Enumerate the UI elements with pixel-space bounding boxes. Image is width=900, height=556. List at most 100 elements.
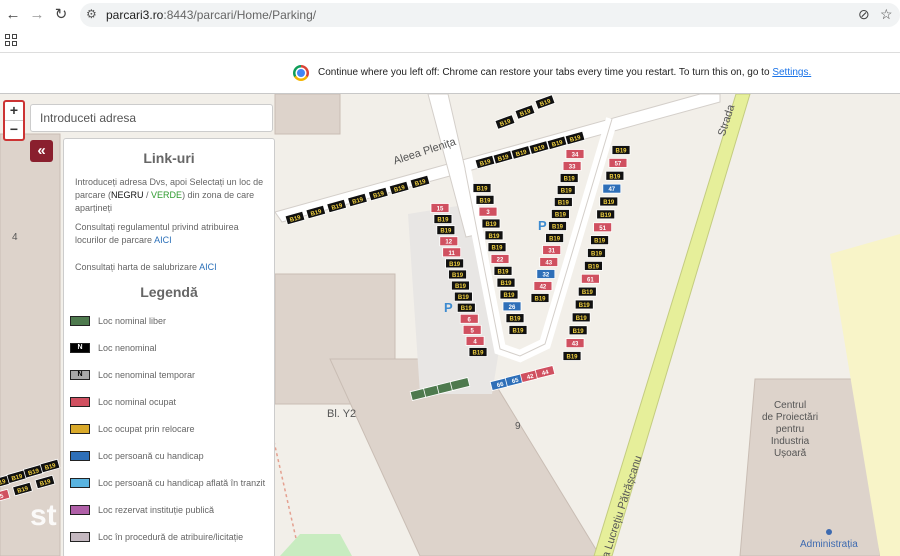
parking-map[interactable]: B19 B19 B19 B19 B19 B19 B19 B19 B19 B19 B19 B19 B19 B…: [0, 94, 900, 556]
back-arrow-icon[interactable]: ←: [3, 5, 23, 25]
parking-spot[interactable]: B19: [534, 94, 556, 110]
parking-spot[interactable]: B19: [551, 209, 570, 219]
parking-spot[interactable]: 3: [478, 206, 498, 217]
legend-item: N Loc nenominal temporar: [70, 369, 270, 383]
parking-spot[interactable]: 6: [459, 313, 479, 324]
parking-spot[interactable]: B19: [568, 325, 588, 336]
parking-spot[interactable]: 32: [536, 269, 556, 279]
parking-spot[interactable]: B19: [494, 114, 516, 130]
parking-spot[interactable]: B19: [584, 260, 603, 271]
zoom-out-button[interactable]: −: [5, 120, 23, 139]
parking-spot[interactable]: 15: [430, 203, 450, 213]
parking-spot[interactable]: B19: [448, 269, 467, 280]
parking-spot[interactable]: 22: [490, 254, 510, 264]
parking-spot[interactable]: B19: [433, 214, 453, 224]
legend-label: Loc nenominal: [98, 343, 157, 353]
parking-spot[interactable]: B19: [545, 233, 564, 243]
parking-spot[interactable]: 47: [602, 183, 622, 194]
parking-spot[interactable]: B19: [611, 145, 631, 155]
regulament-link[interactable]: AICI: [154, 235, 172, 245]
parking-spot[interactable]: B19: [605, 170, 625, 181]
parking-p-icon: P: [444, 300, 453, 315]
parking-spot[interactable]: B19: [493, 265, 513, 276]
settings-link[interactable]: Settings.: [772, 67, 811, 78]
svg-text:B19: B19: [461, 306, 473, 312]
parking-spot[interactable]: 26: [502, 301, 522, 312]
parking-spot[interactable]: B19: [475, 194, 495, 205]
parking-spot[interactable]: B19: [445, 258, 465, 269]
parking-spot[interactable]: B19: [530, 293, 550, 303]
parking-spot[interactable]: B19: [484, 230, 504, 241]
parking-spot[interactable]: B19: [496, 277, 516, 288]
forward-arrow-icon[interactable]: →: [27, 5, 47, 25]
parking-spot[interactable]: 42: [533, 281, 553, 291]
parking-spot[interactable]: B19: [548, 221, 567, 231]
parking-spot[interactable]: B19: [574, 299, 594, 310]
regulament-text: Consultați regulamentul privind atribuir…: [75, 221, 267, 247]
parking-spot[interactable]: B19: [590, 235, 609, 246]
svg-text:32: 32: [542, 273, 549, 279]
parking-spot[interactable]: 4: [465, 336, 485, 346]
parking-spot[interactable]: 34: [565, 149, 585, 159]
parking-spot[interactable]: B19: [562, 351, 582, 361]
svg-text:B19: B19: [603, 200, 615, 206]
parking-spot[interactable]: 5: [462, 324, 482, 335]
site-settings-icon[interactable]: ⚙: [86, 7, 97, 21]
parking-spot[interactable]: B19: [468, 347, 488, 357]
parking-spot[interactable]: B19: [577, 286, 597, 297]
svg-text:B19: B19: [479, 198, 491, 204]
parking-spot[interactable]: 51: [593, 222, 613, 233]
parking-spot[interactable]: B19: [505, 313, 525, 324]
intro-verde: VERDE: [151, 190, 183, 200]
parking-spot[interactable]: B19: [436, 225, 456, 236]
parking-spot[interactable]: B19: [587, 248, 606, 258]
url-text[interactable]: parcari3.ro:8443/parcari/Home/Parking/: [106, 8, 316, 22]
parking-spot[interactable]: B19: [514, 104, 536, 120]
parking-spot[interactable]: B19: [487, 242, 507, 253]
parking-spot[interactable]: 31: [542, 245, 562, 255]
parking-spot[interactable]: 57: [608, 157, 628, 168]
poi-marker-icon[interactable]: [826, 529, 832, 535]
collapse-panel-button[interactable]: «: [30, 140, 53, 162]
eye-off-icon[interactable]: ⊘: [858, 6, 870, 23]
parking-spot[interactable]: B19: [559, 173, 579, 183]
green-area: [280, 534, 352, 556]
svg-text:51: 51: [599, 226, 606, 232]
parking-spot[interactable]: B19: [481, 218, 501, 229]
bookmarks-bar: [0, 30, 900, 53]
parking-spot[interactable]: 33: [562, 161, 582, 171]
legend-label: Loc în procedură de atribuire/licitație: [98, 532, 244, 542]
harta-text: Consultați harta de salubrizare AICI: [75, 261, 267, 274]
svg-text:B19: B19: [497, 269, 509, 275]
apps-grid-icon[interactable]: [5, 34, 17, 46]
parking-spot[interactable]: B19: [556, 185, 576, 195]
address-bar[interactable]: ⚙ parcari3.ro:8443/parcari/Home/Parking/…: [80, 3, 900, 27]
svg-text:B19: B19: [512, 329, 524, 335]
parking-spot[interactable]: B19: [453, 291, 473, 302]
url-path: :8443/parcari/Home/Parking/: [163, 8, 317, 22]
address-search-input[interactable]: [30, 104, 273, 132]
parking-spot[interactable]: B19: [472, 183, 492, 193]
zoom-in-button[interactable]: +: [5, 102, 23, 120]
parking-spot[interactable]: B19: [596, 209, 616, 220]
parking-spot[interactable]: B19: [571, 312, 591, 323]
reload-icon[interactable]: ↻: [51, 5, 71, 25]
legend-swatch: [70, 316, 90, 326]
legend-label: Loc ocupat prin relocare: [98, 424, 195, 434]
parking-spot[interactable]: 43: [539, 257, 559, 267]
svg-text:33: 33: [569, 165, 576, 171]
parking-spot[interactable]: 12: [439, 236, 459, 247]
parking-spot[interactable]: B19: [508, 325, 528, 335]
parking-spot[interactable]: B19: [456, 302, 476, 313]
harta-link[interactable]: AICI: [199, 262, 217, 272]
parking-spot[interactable]: 61: [580, 273, 600, 284]
parking-spot[interactable]: B19: [451, 280, 470, 291]
parking-spot[interactable]: B19: [553, 197, 573, 207]
parking-spot[interactable]: 43: [565, 338, 585, 349]
svg-text:B19: B19: [449, 262, 461, 268]
parking-spot[interactable]: B19: [599, 196, 619, 207]
parking-spot[interactable]: B19: [499, 289, 519, 300]
star-bookmark-icon[interactable]: ☆: [880, 6, 893, 23]
parking-spot[interactable]: 11: [442, 247, 462, 258]
parking-spot[interactable]: 44: [534, 364, 556, 380]
